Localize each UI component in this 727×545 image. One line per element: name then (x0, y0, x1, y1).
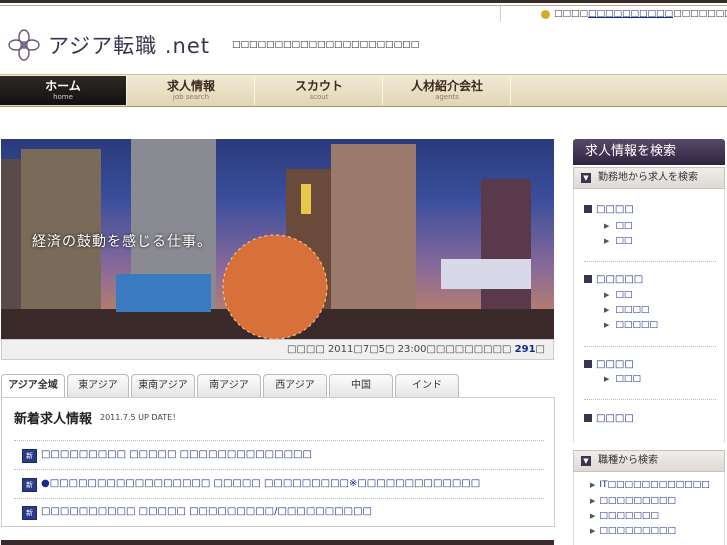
nav-home-label: ホーム (45, 79, 81, 93)
divider (584, 346, 716, 348)
region-tabs: アジア全域 東アジア 東南アジア 南アジア 西アジア 中国 インド (1, 374, 557, 398)
search-by-location-header: ▼ 勤務地から求人を検索 (573, 167, 725, 189)
hero-caption: 経済の鼓動を感じる仕事。 (32, 234, 212, 250)
country-link[interactable]: ▶ □□□□ (604, 305, 649, 315)
category-link[interactable]: ▶ □□□□□□□ (590, 511, 659, 521)
job-link[interactable]: □□□□□□□□□□ □□□□□ □□□□□□□□□/□□□□□□□□□□ (41, 506, 372, 517)
triangle-bullet-icon: ▶ (604, 375, 610, 383)
top-border (0, 0, 727, 3)
arrow-down-icon: ▼ (581, 173, 591, 183)
divider (14, 440, 544, 442)
arrow-down-icon: ▼ (581, 456, 591, 466)
nav-job-search[interactable]: 求人情報 job search (128, 76, 255, 105)
tab-china[interactable]: 中国 (329, 374, 393, 397)
nav-home[interactable]: ホーム home (0, 76, 127, 105)
job-count-number: 291 (514, 344, 536, 355)
hero-banner: 経済の鼓動を感じる仕事。 (1, 139, 554, 339)
tab-asia-all[interactable]: アジア全域 (1, 374, 65, 398)
triangle-bullet-icon: ▶ (590, 481, 596, 489)
new-jobs-panel: 新着求人情報 2011.7.5 UP DATE！ 新 □□□□□□□□□ □□□… (1, 397, 555, 527)
site-tagline: □□□□□□□□□□□□□□□□□□□□□□ (232, 40, 420, 50)
triangle-bullet-icon: ▶ (590, 512, 596, 520)
nav-scout[interactable]: スカウト scout (256, 76, 383, 105)
bottom-bar (1, 540, 554, 545)
notice-icon (541, 10, 550, 19)
nav-agents[interactable]: 人材紹介会社 agents (384, 76, 511, 105)
search-by-category-header: ▼ 職種から検索 (573, 450, 725, 472)
divider (14, 498, 544, 500)
nav-scout-sublabel: scout (309, 93, 329, 101)
header-notice: □□□□□□□□□□□□□□□□□□□□□□□□ (500, 6, 727, 22)
site-logo-text[interactable]: アジア転職 .net (48, 30, 210, 60)
new-jobs-title: 新着求人情報 (14, 412, 93, 427)
triangle-bullet-icon: ▶ (604, 306, 610, 314)
location-list: □□□□ ▶ □□ ▶ □□ □□□□□ ▶ □□ ▶ □□□□ ▶ □□□□□ □□□□… (573, 189, 725, 443)
main-nav: ホーム home 求人情報 job search スカウト scout 人材紹介… (0, 74, 727, 107)
triangle-bullet-icon: ▶ (604, 237, 610, 245)
country-link[interactable]: ▶ □□ (604, 290, 632, 300)
tab-west-asia[interactable]: 西アジア (263, 374, 327, 397)
nav-job-search-sublabel: job search (172, 93, 210, 101)
region-link[interactable]: □□□□ (584, 204, 634, 215)
sidebar-search: 求人情報を検索 ▼ 勤務地から求人を検索 □□□□ ▶ □□ ▶ □□ □□□□□ … (573, 139, 727, 545)
triangle-bullet-icon: ▶ (604, 222, 610, 230)
country-link[interactable]: ▶ □□ (604, 236, 632, 246)
job-link[interactable]: □□□□□□□□□ □□□□□ □□□□□□□□□□□□□□ (41, 449, 312, 460)
tab-east-asia[interactable]: 東アジア (67, 374, 129, 397)
divider (14, 469, 544, 471)
notice-text: □□□□□□□□□□□□□□□□□□□□□□□□ (554, 9, 727, 19)
tab-southeast-asia[interactable]: 東南アジア (131, 374, 195, 397)
tab-south-asia[interactable]: 南アジア (197, 374, 261, 397)
nav-agents-label: 人材紹介会社 (410, 79, 483, 93)
divider (584, 399, 716, 401)
country-link[interactable]: ▶ □□ (604, 221, 632, 231)
job-count-text: □□□□ 2011□7□5□ 23:00□□□□□□□□□ 291□ (286, 344, 545, 355)
country-link[interactable]: ▶ □□□□□ (604, 320, 658, 330)
nav-scout-label: スカウト (294, 79, 343, 93)
triangle-bullet-icon: ▶ (590, 497, 596, 505)
new-badge-icon: 新 (22, 478, 37, 492)
region-link[interactable]: □□□□□ (584, 274, 643, 285)
triangle-bullet-icon: ▶ (604, 291, 610, 299)
new-badge-icon: 新 (22, 449, 37, 463)
nav-job-search-label: 求人情報 (166, 79, 215, 93)
category-link[interactable]: ▶ IT□□□□□□□□□□□□ (590, 480, 710, 490)
tab-india[interactable]: インド (395, 374, 459, 397)
logo-icon[interactable] (7, 28, 41, 62)
notice-link[interactable]: □□□□□□□□□□ (588, 9, 673, 19)
square-bullet-icon (584, 414, 592, 422)
divider (584, 261, 716, 263)
square-bullet-icon (584, 360, 592, 368)
sidebar-title: 求人情報を検索 (573, 139, 725, 165)
new-jobs-date: 2011.7.5 UP DATE！ (100, 413, 181, 422)
square-bullet-icon (584, 205, 592, 213)
category-list: ▶ IT□□□□□□□□□□□□ ▶ □□□□□□□□□ ▶ □□□□□□□ ▶ □□□… (573, 472, 725, 545)
nav-agents-sublabel: agents (435, 93, 459, 101)
country-link[interactable]: ▶ □□□ (604, 374, 641, 384)
square-bullet-icon (584, 275, 592, 283)
triangle-bullet-icon: ▶ (604, 321, 610, 329)
triangle-bullet-icon: ▶ (590, 527, 596, 535)
nav-home-sublabel: home (53, 93, 73, 101)
region-link[interactable]: □□□□ (584, 413, 634, 424)
job-link[interactable]: ●□□□□□□□□□□□□□□□□□ □□□□□ □□□□□□□□□※□□□□□… (41, 478, 480, 489)
category-link[interactable]: ▶ □□□□□□□□□ (590, 526, 676, 536)
region-link[interactable]: □□□□ (584, 359, 634, 370)
category-link[interactable]: ▶ □□□□□□□□□ (590, 496, 676, 506)
job-count-bar: □□□□ 2011□7□5□ 23:00□□□□□□□□□ 291□ (1, 339, 554, 360)
new-badge-icon: 新 (22, 506, 37, 520)
